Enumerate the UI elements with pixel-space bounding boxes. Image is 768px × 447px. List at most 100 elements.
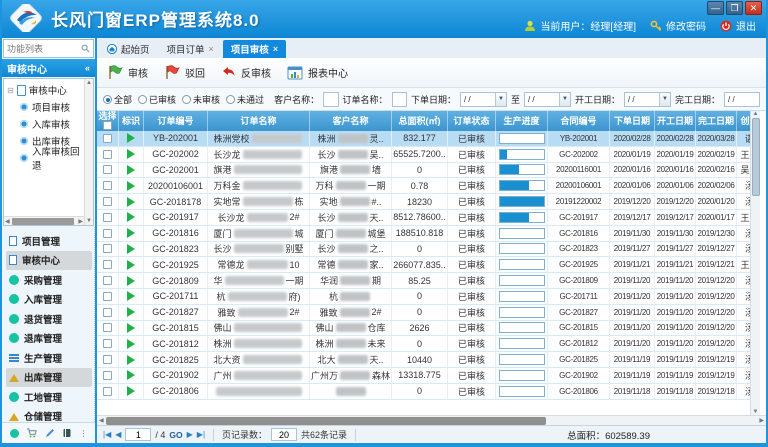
tree-item-0[interactable]: 项目审核 (7, 98, 84, 115)
table-row[interactable]: GC-2018060已审核GC-2018062019/11/182019/11/… (97, 384, 750, 400)
tab-1[interactable]: 项目订单× (159, 40, 222, 58)
hscroll-thumb[interactable] (106, 417, 546, 425)
page-size-input[interactable] (271, 428, 297, 441)
last-page-button[interactable]: ▶| (197, 430, 205, 439)
toolbar-button-1[interactable]: 驳回 (164, 65, 205, 80)
select-all-checkbox[interactable] (103, 121, 112, 130)
order-date-from-input[interactable]: / /▼ (460, 92, 507, 107)
collapse-sidebar-icon[interactable]: « (85, 63, 90, 73)
table-row[interactable]: GC-201815佛山佛山仓库2626已审核GC-2018152019/11/2… (97, 321, 750, 337)
sidebar-item-2[interactable]: 采购管理 (6, 270, 92, 290)
tree-vertical-scrollbar[interactable]: ▲▼ (84, 79, 93, 225)
row-checkbox[interactable] (103, 260, 112, 269)
order-date-to-input[interactable]: / /▼ (524, 92, 571, 107)
toolbar-button-3[interactable]: 报表中心 (287, 65, 348, 80)
book-icon[interactable] (62, 428, 72, 438)
pencil-icon[interactable] (45, 428, 55, 438)
table-row[interactable]: GC-201925常德龙10常德家..266077.835..已审核GC-201… (97, 257, 750, 273)
table-horizontal-scrollbar[interactable]: ◀▶ (97, 415, 766, 425)
maximize-button[interactable]: ❐ (726, 1, 743, 15)
radio-3[interactable]: 未通过 (226, 93, 264, 106)
customer-name-input[interactable] (323, 92, 338, 107)
row-checkbox[interactable] (103, 197, 112, 206)
row-checkbox[interactable] (103, 292, 112, 301)
column-header-2[interactable]: 订单编号 (144, 111, 208, 131)
module-dot-icon[interactable] (10, 429, 19, 438)
logout-button[interactable]: 退出 (720, 18, 756, 33)
row-checkbox[interactable] (103, 355, 112, 364)
table-row[interactable]: GC-2018178实地常栋实地#..18230已审核2019122000220… (97, 194, 750, 210)
toolbar-button-2[interactable]: 反审核 (221, 65, 271, 80)
column-header-3[interactable]: 订单名称 (208, 111, 310, 131)
column-header-8[interactable]: 合同编号 (548, 111, 610, 131)
sidebar-item-5[interactable]: 退库管理 (6, 329, 92, 349)
table-row[interactable]: GC-202001旗港旗港墙0已审核202001160012020/01/162… (97, 163, 750, 179)
row-checkbox[interactable] (103, 181, 112, 190)
column-header-5[interactable]: 总面积(㎡) (392, 111, 448, 131)
row-checkbox[interactable] (103, 387, 112, 396)
column-header-12[interactable]: 创建人 (737, 111, 750, 131)
order-name-input[interactable] (392, 92, 407, 107)
tab-0[interactable]: 起始页 (99, 40, 158, 58)
sidebar-item-4[interactable]: 退货管理 (6, 309, 92, 329)
radio-2[interactable]: 未审核 (182, 93, 220, 106)
table-row[interactable]: GC-201825北大资北大天..10440已审核GC-2018252019/1… (97, 352, 750, 368)
go-button[interactable]: GO (169, 430, 182, 440)
table-row[interactable]: YB-202001株洲党校株洲灵..832.177已审核YB-202001202… (97, 131, 750, 147)
table-row[interactable]: 20200106001万科金万科一期0.78已审核202001060012020… (97, 178, 750, 194)
row-checkbox[interactable] (103, 339, 112, 348)
tree-horizontal-scrollbar[interactable]: ◀▶ (4, 216, 84, 225)
column-header-11[interactable]: 完工日期 (696, 111, 737, 131)
table-row[interactable]: GC-201809华一期华润期85.25已审核GC-2018092019/11/… (97, 273, 750, 289)
table-vertical-scrollbar[interactable]: ▲▼ (750, 111, 760, 415)
cart-icon[interactable] (26, 428, 37, 438)
column-header-9[interactable]: 下单日期 (610, 111, 655, 131)
column-header-10[interactable]: 开工日期 (655, 111, 696, 131)
sidebar-item-0[interactable]: 项目管理 (6, 231, 92, 251)
table-row[interactable]: GC-201827雅致2#雅致2#0已审核GC-2018272019/11/20… (97, 305, 750, 321)
tab-2[interactable]: 项目审核× (223, 40, 286, 58)
row-checkbox[interactable] (103, 244, 112, 253)
sidebar-item-7[interactable]: 出库管理 (6, 368, 92, 388)
toolbar-button-0[interactable]: 审核 (107, 65, 148, 80)
table-row[interactable]: GC-201711杭府)杭0已审核GC-2017112019/11/202019… (97, 289, 750, 305)
table-row[interactable]: GC-202002长沙龙长沙吴..65525.7200..已审核GC-20200… (97, 147, 750, 163)
tree-root-audit-center[interactable]: ⊟ 审核中心 (7, 82, 84, 98)
column-header-7[interactable]: 生产进度 (496, 111, 548, 131)
tab-close-icon[interactable]: × (273, 44, 278, 54)
first-page-button[interactable]: |◀ (103, 430, 111, 439)
row-checkbox[interactable] (103, 134, 112, 143)
page-number-input[interactable] (125, 428, 151, 441)
table-row[interactable]: GC-201917长沙龙2#长沙天..8512.78600..已审核GC-201… (97, 210, 750, 226)
start-date-input[interactable]: / /▼ (624, 92, 671, 107)
row-checkbox[interactable] (103, 323, 112, 332)
tree-item-3[interactable]: 入库审核回退 (7, 149, 84, 166)
table-row[interactable]: GC-201816厦门城厦门城堡188510.818已审核GC-20181620… (97, 226, 750, 242)
sidebar-item-3[interactable]: 入库管理 (6, 290, 92, 310)
row-checkbox[interactable] (103, 371, 112, 380)
table-row[interactable]: GC-201902广州广州万森林13318.775已审核GC-201902201… (97, 368, 750, 384)
next-page-button[interactable]: ▶ (187, 430, 193, 439)
vscroll-thumb[interactable] (752, 118, 760, 196)
row-checkbox[interactable] (103, 276, 112, 285)
sidebar-item-8[interactable]: 工地管理 (6, 387, 92, 407)
row-checkbox[interactable] (103, 165, 112, 174)
close-button[interactable]: ✕ (745, 1, 762, 15)
sidebar-item-1[interactable]: 审核中心 (6, 251, 92, 271)
column-header-4[interactable]: 客户名称 (310, 111, 392, 131)
column-header-1[interactable]: 标识 (119, 111, 144, 131)
tree-item-1[interactable]: 入库审核 (7, 115, 84, 132)
tab-close-icon[interactable]: × (209, 44, 214, 54)
finish-date-input[interactable]: / / (724, 92, 760, 107)
column-header-6[interactable]: 订单状态 (448, 111, 496, 131)
sidebar-item-9[interactable]: 仓储管理 (6, 407, 92, 423)
minimize-button[interactable]: — (707, 1, 724, 15)
function-search-input[interactable] (7, 44, 81, 54)
table-row[interactable]: GC-201823长沙别墅长沙之..0已审核GC-2018232019/11/2… (97, 242, 750, 258)
table-row[interactable]: GC-201812株洲株洲未来0已审核GC-2018122019/11/2020… (97, 336, 750, 352)
overflow-menu-icon[interactable]: ⋮ (80, 429, 88, 438)
radio-1[interactable]: 已审核 (138, 93, 176, 106)
row-checkbox[interactable] (103, 229, 112, 238)
change-password-button[interactable]: 修改密码 (650, 18, 706, 33)
row-checkbox[interactable] (103, 150, 112, 159)
